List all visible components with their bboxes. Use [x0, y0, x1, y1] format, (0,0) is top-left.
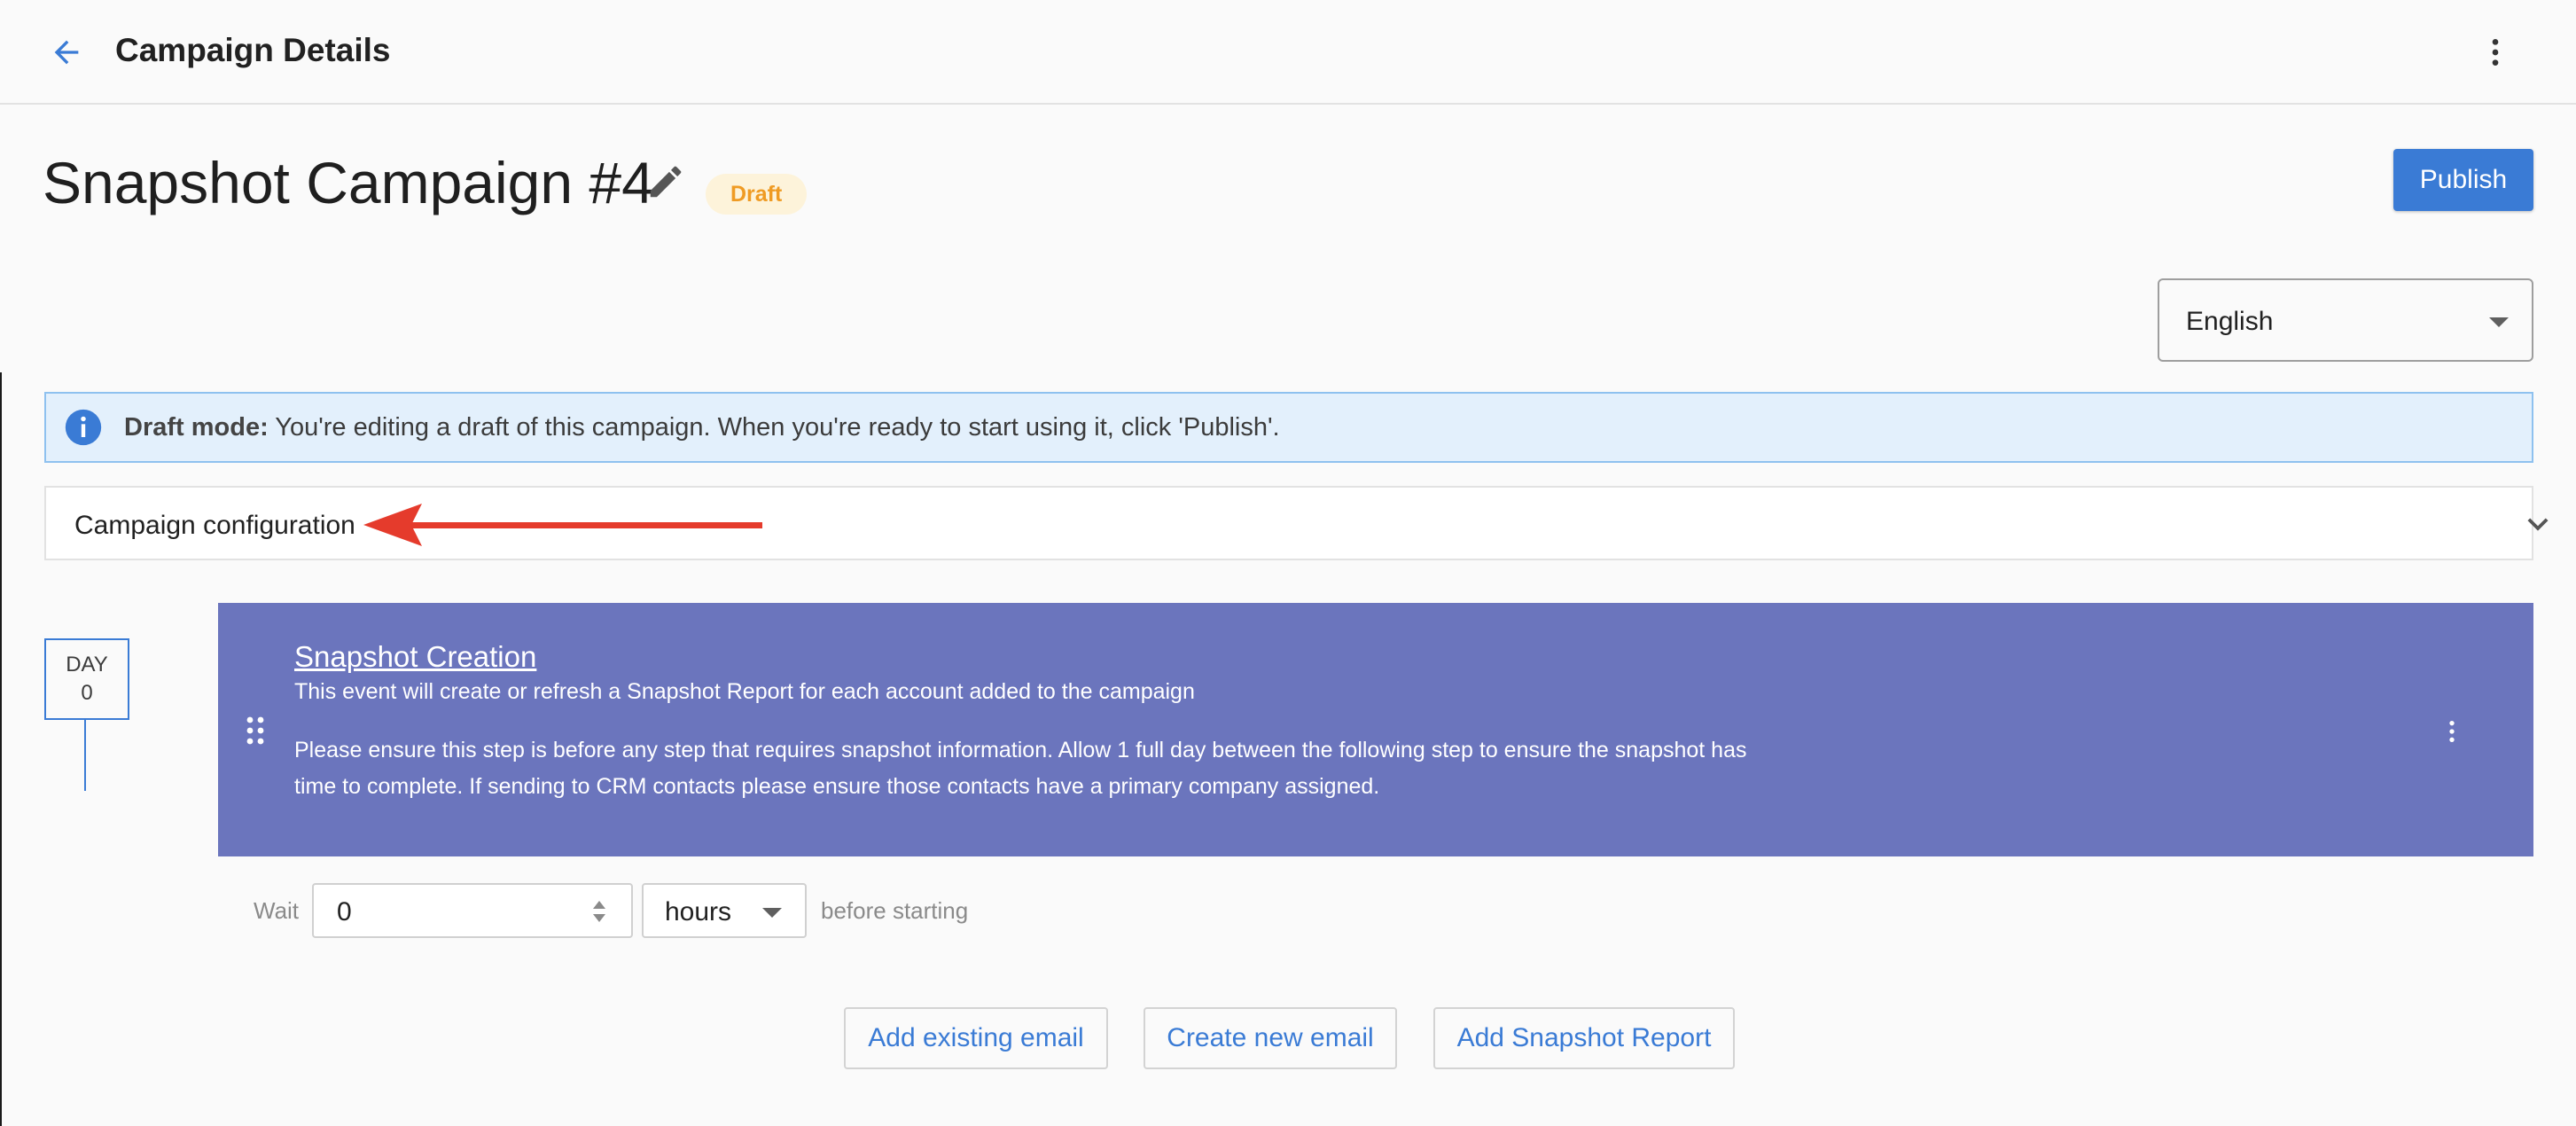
- day-number: 0: [81, 681, 93, 705]
- caret-down-icon: [2489, 317, 2509, 327]
- appbar-title: Campaign Details: [115, 32, 391, 68]
- more-vertical-icon: [2449, 721, 2455, 742]
- banner-message: You're editing a draft of this campaign.…: [268, 413, 1280, 442]
- create-new-email-button[interactable]: Create new email: [1144, 1007, 1397, 1069]
- wait-unit-value: hours: [665, 897, 732, 927]
- wait-amount-value: 0: [337, 897, 352, 927]
- chevron-down-icon: [2527, 518, 2549, 531]
- day-marker: DAY 0: [44, 638, 129, 720]
- publish-button[interactable]: Publish: [2393, 149, 2533, 211]
- page-title: Snapshot Campaign #4: [43, 150, 654, 215]
- caret-down-icon: [762, 908, 782, 918]
- more-options-button[interactable]: [2473, 30, 2517, 74]
- draft-mode-banner: Draft mode: You're editing a draft of th…: [44, 392, 2533, 463]
- language-select[interactable]: English: [2158, 278, 2533, 362]
- event-note: Please ensure this step is before any st…: [294, 738, 1747, 799]
- edit-title-button[interactable]: [642, 158, 690, 206]
- status-badge: Draft: [706, 174, 808, 215]
- arrow-left-icon: [54, 40, 79, 65]
- wait-label: Wait: [254, 897, 300, 924]
- drag-handle-icon[interactable]: [245, 715, 266, 747]
- annotation-arrow-icon: [363, 504, 762, 546]
- timeline-connector: [84, 720, 86, 791]
- add-existing-email-button[interactable]: Add existing email: [844, 1007, 1108, 1069]
- add-snapshot-report-button[interactable]: Add Snapshot Report: [1433, 1007, 1735, 1069]
- wait-amount-input[interactable]: 0: [312, 883, 633, 938]
- wait-unit-select[interactable]: hours: [642, 883, 807, 938]
- event-more-button[interactable]: [2434, 709, 2470, 754]
- event-subtitle: This event will create or refresh a Snap…: [294, 679, 1195, 704]
- language-select-value: English: [2186, 307, 2274, 336]
- campaign-configuration-label: Campaign configuration: [74, 511, 355, 540]
- window-left-edge: [0, 372, 2, 1126]
- banner-text: Draft mode: You're editing a draft of th…: [124, 413, 1280, 442]
- info-icon: [65, 409, 102, 446]
- back-button[interactable]: [44, 30, 89, 74]
- app-bar: Campaign Details: [0, 0, 2576, 105]
- number-spinner-icon[interactable]: [590, 897, 608, 926]
- snapshot-creation-event-card[interactable]: Snapshot Creation This event will create…: [218, 603, 2533, 856]
- event-title-link[interactable]: Snapshot Creation: [294, 640, 536, 674]
- more-vertical-icon: [2492, 39, 2499, 66]
- before-starting-label: before starting: [821, 897, 969, 924]
- banner-prefix: Draft mode:: [124, 413, 269, 442]
- pencil-icon: [650, 166, 682, 198]
- day-label: DAY: [66, 653, 108, 676]
